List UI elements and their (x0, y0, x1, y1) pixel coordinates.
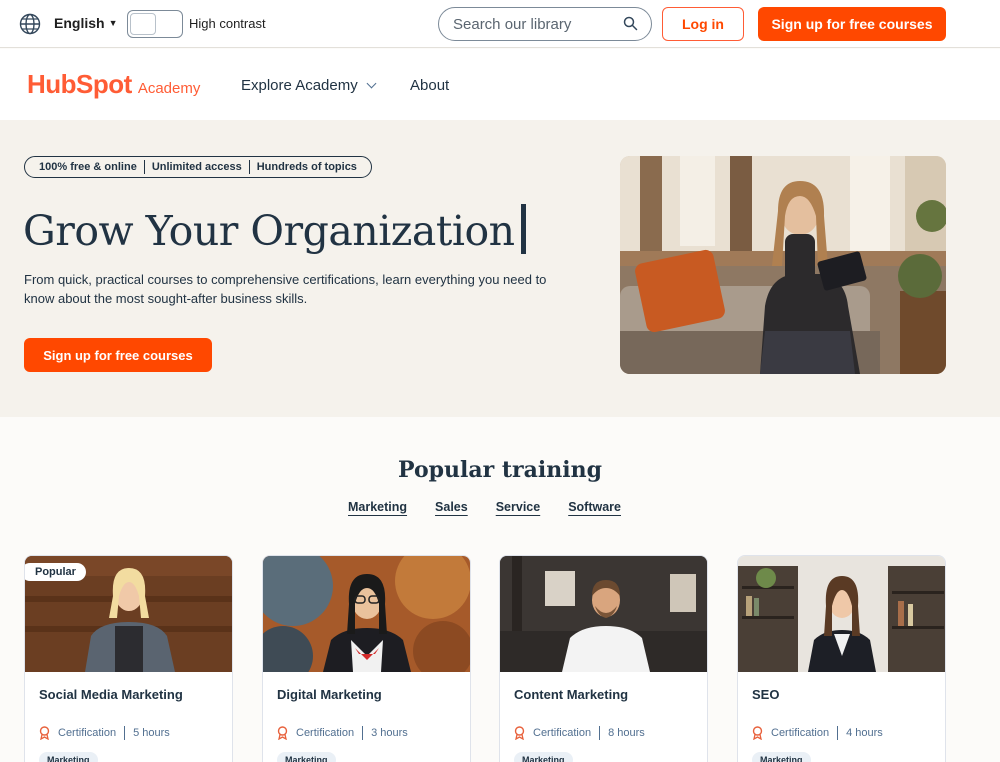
utility-bar: English▼ High contrast Log in Sign up fo… (0, 0, 1000, 48)
course-title: SEO (752, 687, 780, 702)
toggle-knob (130, 13, 156, 35)
meta-divider (124, 726, 126, 740)
certification-ribbon-icon (39, 726, 50, 740)
course-tag: Marketing (752, 752, 811, 762)
course-thumbnail (500, 556, 707, 672)
tab-sales[interactable]: Sales (435, 500, 468, 514)
course-meta: Certification 4 hours (752, 726, 883, 740)
course-tag: Marketing (514, 752, 573, 762)
feature-pill: Hundreds of topics (256, 161, 357, 173)
course-duration: 8 hours (608, 727, 645, 739)
popular-badge: Popular (25, 563, 86, 581)
login-button[interactable]: Log in (662, 7, 744, 41)
high-contrast-toggle[interactable] (127, 10, 183, 38)
certification-ribbon-icon (277, 726, 288, 740)
course-meta: Certification 3 hours (277, 726, 408, 740)
hero-title-text: Grow Your Organization (23, 207, 515, 255)
hero-section: 100% free & online Unlimited access Hund… (0, 120, 1000, 417)
course-tag: Marketing (39, 752, 98, 762)
course-thumbnail (263, 556, 470, 672)
course-title: Social Media Marketing (39, 687, 183, 702)
course-card-social-media-marketing[interactable]: Popular Social Media Marketing Certifica… (24, 555, 233, 762)
chevron-down-icon (366, 78, 377, 89)
course-card-digital-marketing[interactable]: Digital Marketing Certification 3 hours M… (262, 555, 471, 762)
popular-training-title: Popular training (398, 457, 602, 483)
course-duration: 3 hours (371, 727, 408, 739)
course-title: Content Marketing (514, 687, 629, 702)
tab-service[interactable]: Service (496, 500, 540, 514)
main-nav: HubSpot Academy Explore Academy About (0, 49, 1000, 120)
course-type: Certification (58, 727, 117, 739)
feature-pills: 100% free & online Unlimited access Hund… (24, 156, 372, 178)
course-card-content-marketing[interactable]: Content Marketing Certification 8 hours M… (499, 555, 708, 762)
course-type: Certification (771, 727, 830, 739)
certification-ribbon-icon (752, 726, 763, 740)
logo-academy-label: Academy (137, 80, 201, 97)
course-thumbnail (738, 556, 945, 672)
hero-image (620, 156, 946, 374)
course-meta: Certification 5 hours (39, 726, 170, 740)
meta-divider (362, 726, 364, 740)
caret-down-icon: ▼ (108, 18, 118, 28)
signup-button-hero[interactable]: Sign up for free courses (24, 338, 212, 372)
meta-divider (599, 726, 601, 740)
feature-pill: 100% free & online (32, 160, 145, 174)
course-card-seo[interactable]: SEO Certification 4 hours Marketing (737, 555, 946, 762)
nav-explore-academy[interactable]: Explore Academy (241, 77, 377, 94)
search-input[interactable] (438, 7, 652, 41)
course-type: Certification (533, 727, 592, 739)
course-duration: 5 hours (133, 727, 170, 739)
globe-icon[interactable] (19, 13, 41, 35)
meta-divider (837, 726, 839, 740)
search-icon[interactable] (623, 16, 638, 31)
certification-ribbon-icon (514, 726, 525, 740)
tab-marketing[interactable]: Marketing (348, 500, 407, 514)
hero-title: Grow Your Organization (23, 204, 526, 255)
nav-about[interactable]: About (410, 77, 449, 94)
hero-subtitle: From quick, practical courses to compreh… (24, 272, 547, 306)
tab-software[interactable]: Software (568, 500, 621, 514)
course-tag: Marketing (277, 752, 336, 762)
training-tabs: Marketing Sales Service Software (348, 500, 621, 514)
feature-pill: Unlimited access (145, 160, 250, 174)
nav-explore-label: Explore Academy (241, 77, 358, 94)
course-type: Certification (296, 727, 355, 739)
logo-wordmark: HubSpot (27, 69, 132, 99)
signup-button-header[interactable]: Sign up for free courses (758, 7, 946, 41)
course-duration: 4 hours (846, 727, 883, 739)
high-contrast-label: High contrast (189, 16, 266, 31)
course-meta: Certification 8 hours (514, 726, 645, 740)
language-label: English (54, 15, 105, 31)
typing-cursor (520, 204, 526, 254)
course-title: Digital Marketing (277, 687, 382, 702)
language-selector[interactable]: English ▼ (54, 15, 117, 31)
hubspot-academy-logo[interactable]: HubSpot Academy (27, 69, 200, 100)
